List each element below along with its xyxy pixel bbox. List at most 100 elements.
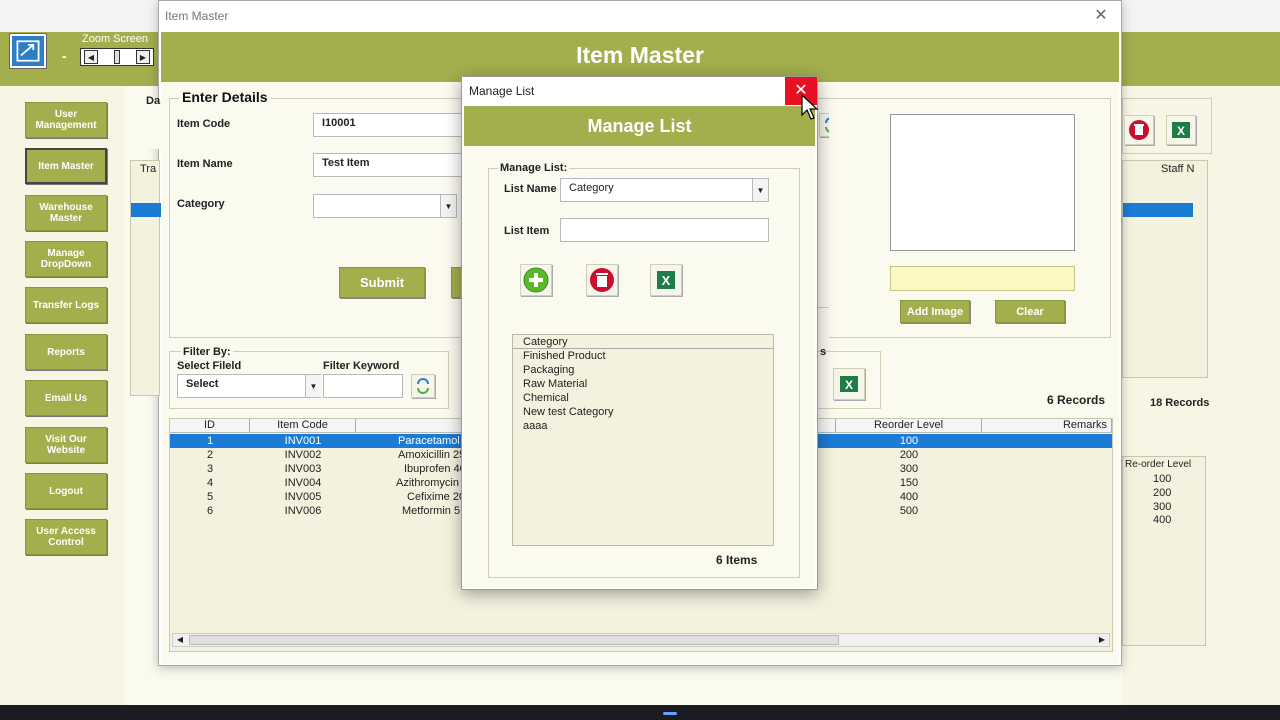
list-item-label: List Item <box>504 225 550 237</box>
list-item[interactable]: aaaa <box>513 419 773 433</box>
list-name-select[interactable]: Category ▼ <box>560 178 769 202</box>
scroll-right-icon[interactable]: ▶ <box>1095 634 1109 646</box>
filter-keyword-label: Filter Keyword <box>323 360 400 372</box>
bg-selected-row <box>131 203 161 217</box>
cell-reorder: 150 <box>899 477 919 489</box>
sidebar-item-reports[interactable]: Reports <box>25 334 107 370</box>
zoom-thumb[interactable] <box>114 50 120 64</box>
sidebar-item-transfer-logs[interactable]: Transfer Logs <box>25 287 107 323</box>
cell-code: INV002 <box>284 449 322 461</box>
close-icon[interactable]: ✕ <box>1091 6 1111 26</box>
add-image-button[interactable]: Add Image <box>900 300 970 323</box>
list-item[interactable]: Chemical <box>513 391 773 405</box>
scrollbar-thumb[interactable] <box>189 635 839 645</box>
category-label: Category <box>177 198 225 210</box>
manage-list-dialog: Manage List ✕ Manage List Manage List: L… <box>461 76 818 590</box>
clear-button[interactable]: Clear <box>995 300 1065 323</box>
chevron-down-icon[interactable]: ▼ <box>305 375 321 397</box>
grid-header-remarks[interactable]: Remarks <box>982 419 1112 432</box>
da-label: Da <box>146 95 161 107</box>
sidebar-item-email-us[interactable]: Email Us <box>25 380 107 416</box>
grid-header-item-code[interactable]: Item Code <box>250 419 356 432</box>
sidebar-item-user-management[interactable]: User Management <box>25 102 107 138</box>
grid-header-id[interactable]: ID <box>170 419 250 432</box>
cell-reorder: 400 <box>899 491 919 503</box>
zoom-right-arrow-icon[interactable]: ▶ <box>136 50 150 64</box>
filter-keyword-input[interactable] <box>323 374 403 398</box>
item-count: 6 Items <box>716 553 758 567</box>
sidebar-item-visit-website[interactable]: Visit Our Website <box>25 427 107 463</box>
zoom-left-arrow-icon[interactable]: ◀ <box>84 50 98 64</box>
manage-list-heading: Manage List <box>464 106 815 146</box>
app-logo-icon[interactable] <box>9 33 47 69</box>
cell-reorder: 200 <box>899 449 919 461</box>
svg-text:X: X <box>1177 124 1185 138</box>
chevron-down-icon[interactable]: ▼ <box>440 195 456 217</box>
item-code-label: Item Code <box>177 118 231 130</box>
item-name-input[interactable]: Test Item <box>313 153 463 177</box>
excel-export-icon[interactable]: X <box>833 368 865 400</box>
sidebar-item-item-master[interactable]: Item Master <box>25 148 107 184</box>
list-items-box[interactable]: Category Finished Product Packaging Raw … <box>512 334 774 546</box>
date-panel: Da <box>133 95 171 149</box>
excel-icon[interactable]: X <box>1166 115 1196 145</box>
bg-reorder-value: 100 <box>1153 473 1172 485</box>
submit-button[interactable]: Submit <box>339 267 425 298</box>
chevron-down-icon[interactable]: ▼ <box>752 179 768 201</box>
select-field-label: Select Fileld <box>177 360 242 372</box>
bg-right-grid: Staff N <box>1122 160 1208 378</box>
zoom-slider[interactable]: ◀ ▶ <box>80 48 154 66</box>
cell-reorder: 500 <box>899 505 919 517</box>
svg-text:X: X <box>845 378 853 392</box>
svg-text:X: X <box>662 273 671 288</box>
cell-code: INV005 <box>284 491 322 503</box>
cell-id: 1 <box>206 435 214 447</box>
list-item[interactable]: Packaging <box>513 363 773 377</box>
sidebar-item-user-access-control[interactable]: User Access Control <box>25 519 107 555</box>
sidebar-item-warehouse-master[interactable]: Warehouse Master <box>25 195 107 231</box>
list-header: Category <box>513 335 773 349</box>
cell-code: INV006 <box>284 505 322 517</box>
enter-details-header: Enter Details <box>179 89 271 105</box>
select-field-select[interactable]: Select <box>177 374 321 398</box>
mouse-cursor-icon <box>801 94 819 120</box>
bg-reorder-value: 200 <box>1153 487 1172 499</box>
image-path-field[interactable] <box>890 266 1075 291</box>
list-item[interactable]: New test Category <box>513 405 773 419</box>
manage-list-body: Manage List Manage List: List Name Categ… <box>464 106 815 588</box>
sidebar-item-manage-dropdown[interactable]: Manage DropDown <box>25 241 107 277</box>
item-code-input[interactable]: I10001 <box>313 113 463 137</box>
category-select[interactable]: ▼ <box>313 194 457 218</box>
grid-horizontal-scrollbar[interactable]: ◀ ▶ <box>172 633 1110 647</box>
manage-list-titlebar: Manage List <box>469 84 535 98</box>
cell-id: 6 <box>206 505 214 517</box>
cell-reorder: 300 <box>899 463 919 475</box>
refresh-filter-icon[interactable] <box>411 374 435 398</box>
cell-code: INV003 <box>284 463 322 475</box>
export-label-partial: s <box>820 346 827 358</box>
bg-transfer-grid: Tra <box>130 160 161 396</box>
sidebar-item-logout[interactable]: Logout <box>25 473 107 509</box>
delete-item-icon[interactable] <box>586 264 618 296</box>
excel-export-icon[interactable]: X <box>650 264 682 296</box>
cell-id: 5 <box>206 491 214 503</box>
filter-by-label: Filter By: <box>181 346 233 358</box>
list-item[interactable]: Raw Material <box>513 377 773 391</box>
list-item[interactable]: Finished Product <box>513 349 773 363</box>
bg-selected-row <box>1123 203 1193 217</box>
cell-id: 3 <box>206 463 214 475</box>
list-name-label: List Name <box>504 183 557 195</box>
item-master-titlebar: Item Master <box>159 1 1121 32</box>
bg-tra-header: Tra <box>140 163 157 175</box>
grid-header-reorder-level[interactable]: Reorder Level <box>836 419 982 432</box>
list-item-input[interactable] <box>560 218 769 242</box>
scroll-left-icon[interactable]: ◀ <box>173 634 187 646</box>
bg-records-count: 18 Records <box>1150 397 1210 409</box>
list-name-value: Category <box>569 182 614 194</box>
manage-list-group-label: Manage List: <box>498 162 570 174</box>
add-item-icon[interactable] <box>520 264 552 296</box>
bg-reorder-header: Re-order Level <box>1125 459 1192 470</box>
delete-icon[interactable] <box>1124 115 1154 145</box>
cell-reorder: 100 <box>899 435 919 447</box>
item-image-box <box>890 114 1075 251</box>
